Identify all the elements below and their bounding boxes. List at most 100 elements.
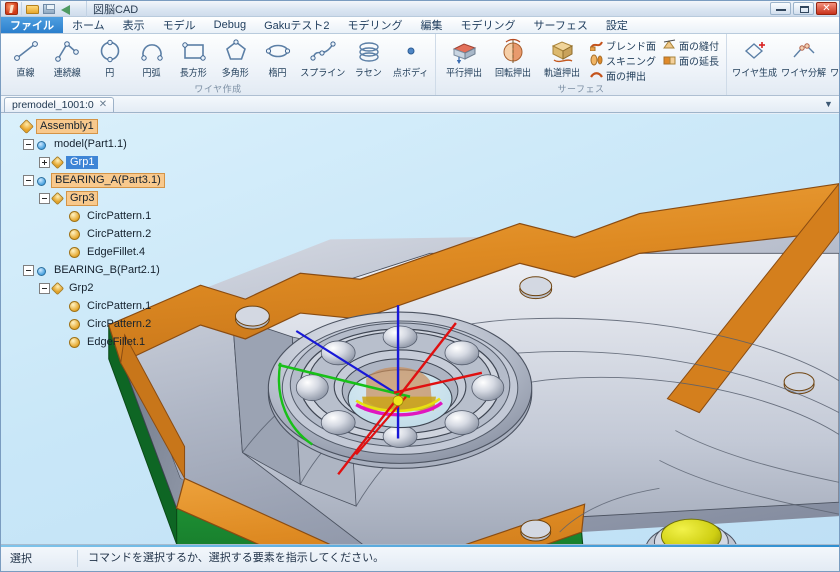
ribbon-button-revolve[interactable]: 回転押出 xyxy=(489,36,537,79)
document-tab-premodel[interactable]: premodel_1001:0 ✕ xyxy=(4,97,114,112)
ribbon-button-point-body[interactable]: 点ボディ xyxy=(390,36,431,79)
ribbon-button-blend-surface[interactable]: ブレンド面 xyxy=(587,38,659,52)
ribbon-button-face-extrude[interactable]: 面の押出 xyxy=(587,68,659,82)
tab-home[interactable]: ホーム xyxy=(63,17,114,33)
tree-node-label: CircPattern.1 xyxy=(84,300,154,313)
feature-icon xyxy=(69,247,80,258)
circle-icon xyxy=(96,38,124,64)
close-button[interactable]: ✕ xyxy=(816,2,837,15)
tree-node-label: CircPattern.2 xyxy=(84,318,154,331)
open-icon[interactable] xyxy=(26,3,40,15)
collapse-icon[interactable] xyxy=(39,283,50,294)
app-logo-icon xyxy=(5,2,18,15)
ribbon-label: 面の延長 xyxy=(679,53,719,68)
expand-icon[interactable] xyxy=(39,157,50,168)
tab-edit[interactable]: 編集 xyxy=(412,17,452,33)
sweep-icon xyxy=(548,38,576,64)
ribbon-button-sweep[interactable]: 軌道押出 xyxy=(538,36,586,79)
collapse-icon[interactable] xyxy=(23,175,34,186)
ribbon-label: 連続線 xyxy=(54,65,81,79)
tab-model[interactable]: モデル xyxy=(154,17,205,33)
ribbon-label: 面の縫付 xyxy=(679,38,719,53)
ribbon-button-helix[interactable]: ラセン xyxy=(348,36,389,79)
tree-node[interactable]: BEARING_B(Part2.1) xyxy=(3,261,191,279)
maximize-button[interactable] xyxy=(793,2,814,15)
ribbon-button-wire-create[interactable]: ワイヤ生成 xyxy=(731,36,779,79)
polyline-icon xyxy=(54,38,82,64)
tab-modeling-2[interactable]: モデリング xyxy=(452,17,525,33)
ribbon-button-ellipse[interactable]: 楕円 xyxy=(257,36,298,79)
ribbon-label: 面の押出 xyxy=(606,68,646,83)
ribbon-button-wire-explode[interactable]: ワイヤ分解 xyxy=(780,36,828,79)
ribbon-button-loft[interactable]: スキニング xyxy=(587,53,659,67)
ribbon-button-line[interactable]: 直線 xyxy=(5,36,46,79)
tree-node[interactable]: Assembly1 xyxy=(3,117,191,135)
ribbon-button-spline[interactable]: スプライン xyxy=(299,36,347,79)
tab-debug[interactable]: Debug xyxy=(205,17,255,33)
tree-node[interactable]: Grp2 xyxy=(3,279,191,297)
tree-node[interactable]: EdgeFillet.4 xyxy=(3,243,191,261)
ribbon-label: ワイヤ生成 xyxy=(733,65,778,79)
tree-node-label: BEARING_B(Part2.1) xyxy=(51,264,163,277)
title-bar: 図脳CAD ✕ xyxy=(1,1,839,17)
tree-node[interactable]: CircPattern.1 xyxy=(3,297,191,315)
ribbon-label: 直線 xyxy=(16,65,34,79)
loft-icon xyxy=(590,54,603,66)
tree-node[interactable]: model(Part1.1) xyxy=(3,135,191,153)
collapse-icon[interactable] xyxy=(23,265,34,276)
tree-node[interactable]: CircPattern.2 xyxy=(3,225,191,243)
chevron-down-icon[interactable]: ▼ xyxy=(822,97,835,110)
ribbon-label: スキニング xyxy=(606,53,656,68)
tab-surface[interactable]: サーフェス xyxy=(525,17,597,33)
ribbon-button-polyline[interactable]: 連続線 xyxy=(47,36,88,79)
tree-node-label: Grp3 xyxy=(66,191,98,206)
window-title: 図脳CAD xyxy=(86,1,138,17)
polygon-icon xyxy=(222,38,250,64)
collapse-icon[interactable] xyxy=(39,193,50,204)
ribbon-button-wire-join[interactable]: ワイヤ接合 xyxy=(829,36,840,79)
assembly-icon xyxy=(19,119,34,134)
ribbon: 直線 連続線 円 xyxy=(1,34,839,96)
ellipse-icon xyxy=(264,38,292,64)
save-icon[interactable] xyxy=(43,3,57,15)
ribbon-label: 平行押出 xyxy=(446,65,482,79)
tab-view[interactable]: 表示 xyxy=(114,17,154,33)
ribbon-button-rectangle[interactable]: 長方形 xyxy=(173,36,214,79)
tree-node[interactable]: EdgeFillet.1 xyxy=(3,333,191,351)
ribbon-label: ワイヤ分解 xyxy=(782,65,827,79)
ribbon-label: 回転押出 xyxy=(495,65,531,79)
revolve-icon xyxy=(499,38,527,64)
tree-node[interactable]: Grp3 xyxy=(3,189,191,207)
ribbon-button-polygon[interactable]: 多角形 xyxy=(215,36,256,79)
status-message: コマンドを選択するか、選択する要素を指示してください。 xyxy=(77,550,839,567)
ribbon-group-edit: ワイヤ生成 ワイヤ分解 xyxy=(727,34,840,95)
ribbon-button-face-stitch[interactable]: 面の縫付 xyxy=(660,38,722,52)
ribbon-label: 点ボディ xyxy=(393,65,428,79)
close-icon[interactable]: ✕ xyxy=(99,100,107,110)
feature-icon xyxy=(69,319,80,330)
ribbon-button-circle[interactable]: 円 xyxy=(89,36,130,79)
tree-node[interactable]: Grp1 xyxy=(3,153,191,171)
ribbon-button-arc[interactable]: 円弧 xyxy=(131,36,172,79)
face-extend-icon xyxy=(663,54,676,66)
tree-node[interactable]: CircPattern.1 xyxy=(3,207,191,225)
tab-file[interactable]: ファイル xyxy=(1,17,63,33)
ribbon-label: 円弧 xyxy=(142,65,160,79)
line-icon xyxy=(12,38,40,64)
group-icon xyxy=(51,281,64,294)
minimize-button[interactable] xyxy=(770,2,791,15)
tree-node[interactable]: CircPattern.2 xyxy=(3,315,191,333)
collapse-icon[interactable] xyxy=(23,139,34,150)
wire-create-icon xyxy=(741,38,769,64)
point-body-icon xyxy=(397,38,425,64)
ribbon-group-surface: 平行押出 回転押出 xyxy=(436,34,727,95)
tab-gaku-test-2[interactable]: Gakuテスト2 xyxy=(255,17,338,33)
undo-icon[interactable] xyxy=(60,3,74,15)
ribbon-button-extrude[interactable]: 平行押出 xyxy=(440,36,488,79)
model-tree-panel[interactable]: Assembly1model(Part1.1)Grp1BEARING_A(Par… xyxy=(1,114,191,544)
spline-icon xyxy=(309,38,337,64)
tab-settings[interactable]: 設定 xyxy=(597,17,637,33)
ribbon-button-face-extend[interactable]: 面の延長 xyxy=(660,53,722,67)
tree-node[interactable]: BEARING_A(Part3.1) xyxy=(3,171,191,189)
tab-modeling-1[interactable]: モデリング xyxy=(339,17,412,33)
